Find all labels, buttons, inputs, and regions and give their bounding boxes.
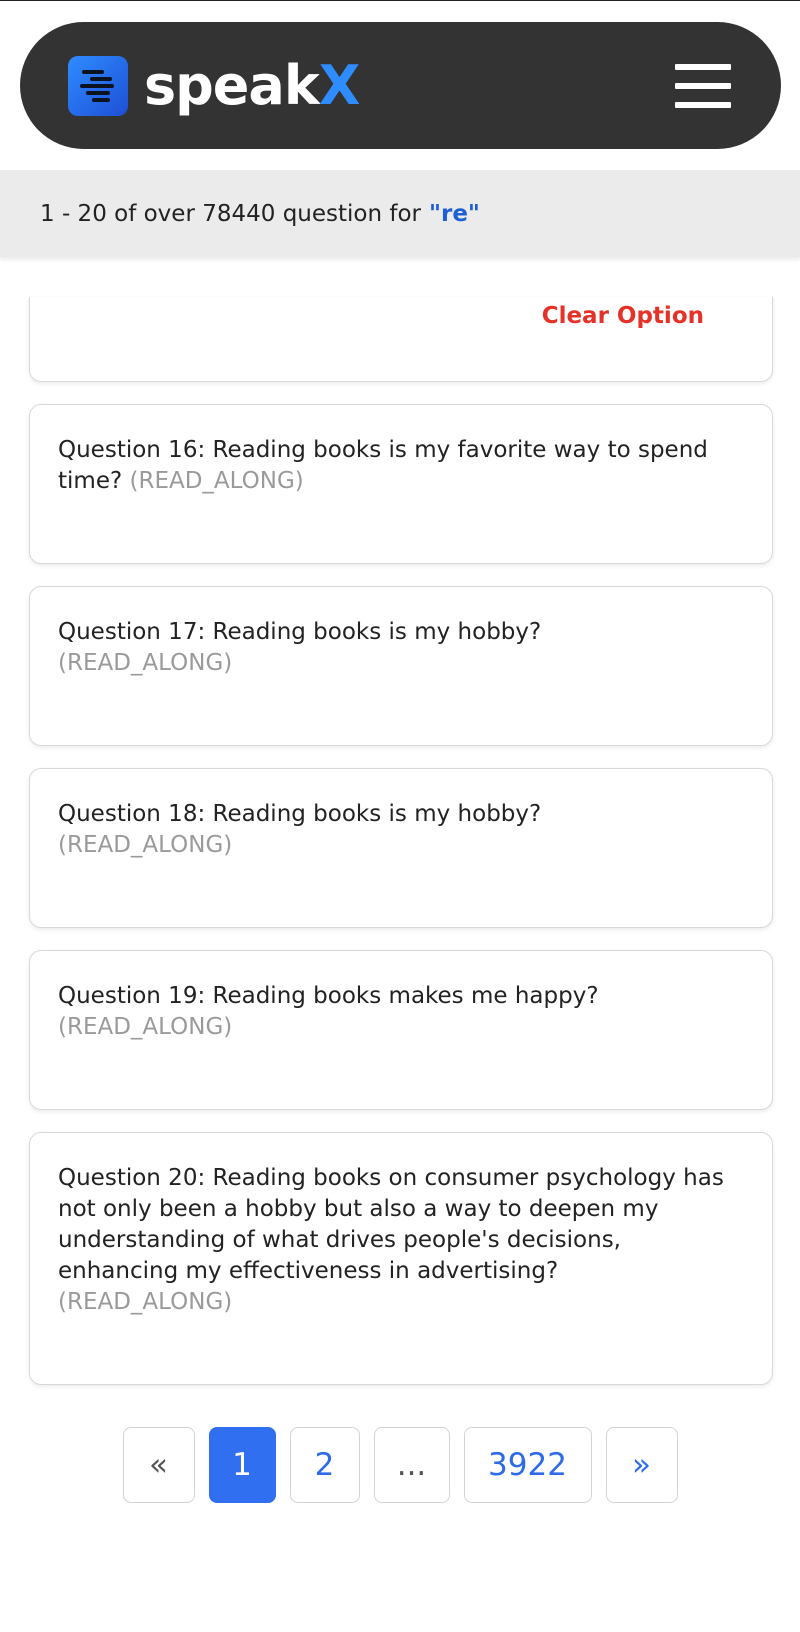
search-query-text: "re" [429,200,480,227]
hamburger-menu-icon[interactable] [675,64,731,108]
results-summary-text: 1 - 20 of over 78440 question for [40,200,421,227]
question-text: Question 19: Reading books makes me happ… [58,983,599,1009]
question-card-17[interactable]: Question 17: Reading books is my hobby? … [29,586,773,746]
page: speakX 1 - 20 of over 78440 question for… [0,0,800,1632]
pagination-page-last[interactable]: 3922 [463,1427,592,1503]
logo-mark-icon [68,56,128,116]
question-card-20[interactable]: Question 20: Reading books on consumer p… [29,1132,773,1385]
pagination: « 1 2 ... 3922 » [0,1427,800,1503]
results-summary-bar: 1 - 20 of over 78440 question for "re" [0,170,800,257]
question-type-label: (READ_ALONG) [129,468,304,494]
pagination-next-button[interactable]: » [605,1427,678,1503]
question-text: Question 20: Reading books on consumer p… [58,1165,724,1284]
pagination-page-1[interactable]: 1 [208,1427,276,1503]
logo-wordmark: speakX [144,54,360,117]
question-type-label: (READ_ALONG) [58,1014,233,1040]
question-type-label: (READ_ALONG) [58,650,233,676]
question-type-label: (READ_ALONG) [58,832,233,858]
pagination-page-2[interactable]: 2 [289,1427,360,1503]
top-navbar: speakX [20,22,781,149]
question-card-18[interactable]: Question 18: Reading books is my hobby? … [29,768,773,928]
pagination-prev-button[interactable]: « [122,1427,195,1503]
pagination-ellipsis: ... [373,1427,450,1503]
question-card-16[interactable]: Question 16: Reading books is my favorit… [29,404,773,564]
question-text: Question 18: Reading books is my hobby? [58,801,542,827]
question-type-label: (READ_ALONG) [58,1289,233,1315]
question-card-partial: Clear Option [29,297,773,382]
question-text: Question 17: Reading books is my hobby? [58,619,542,645]
speakx-logo[interactable]: speakX [68,54,360,117]
clear-option-button[interactable]: Clear Option [542,303,704,329]
question-card-19[interactable]: Question 19: Reading books makes me happ… [29,950,773,1110]
